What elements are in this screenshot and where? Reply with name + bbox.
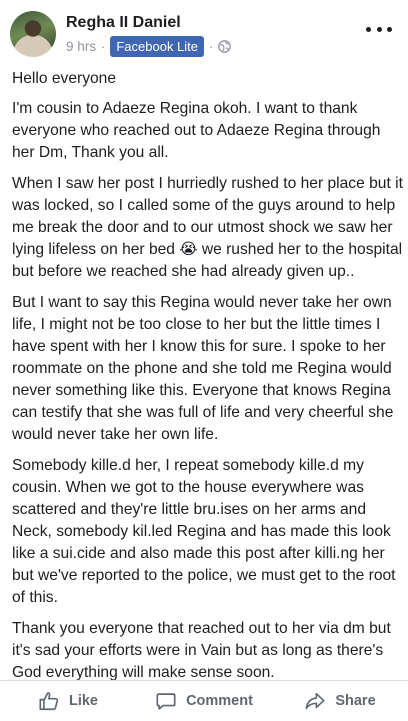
action-bar: Like Comment Share — [0, 680, 408, 721]
globe-icon — [218, 39, 232, 53]
post-paragraph: Somebody kille.d her, I repeat somebody … — [12, 457, 396, 606]
share-label: Share — [335, 693, 376, 709]
comment-bubble-icon — [156, 693, 176, 710]
post-paragraph: When I saw her post I hurriedly rushed t… — [12, 175, 403, 280]
share-button[interactable]: Share — [272, 681, 408, 721]
avatar[interactable] — [10, 11, 56, 57]
post-time[interactable]: 9 hrs — [66, 39, 96, 54]
post-paragraph: Hello everyone — [12, 70, 117, 87]
post-header: Regha II Daniel 9 hrs · Facebook Lite · — [0, 0, 408, 62]
post-meta: 9 hrs · Facebook Lite · — [66, 35, 232, 57]
like-button[interactable]: Like — [0, 681, 136, 721]
more-options-icon[interactable] — [366, 20, 392, 38]
post-paragraph: But I want to say this Regina would neve… — [12, 294, 394, 443]
comment-button[interactable]: Comment — [136, 681, 272, 721]
via-badge: Facebook Lite — [110, 35, 205, 57]
post-body: Hello everyone I'm cousin to Adaeze Regi… — [12, 68, 404, 693]
post-paragraph: I'm cousin to Adaeze Regina okoh. I want… — [12, 100, 381, 161]
post-paragraph: Thank you everyone that reached out to h… — [12, 620, 391, 681]
meta-separator: · — [101, 38, 106, 54]
share-arrow-icon — [305, 692, 325, 710]
comment-label: Comment — [186, 693, 253, 709]
meta-separator-2: · — [209, 38, 214, 54]
author-name[interactable]: Regha II Daniel — [66, 14, 181, 32]
thumbs-up-icon — [39, 692, 59, 711]
like-label: Like — [68, 693, 98, 709]
